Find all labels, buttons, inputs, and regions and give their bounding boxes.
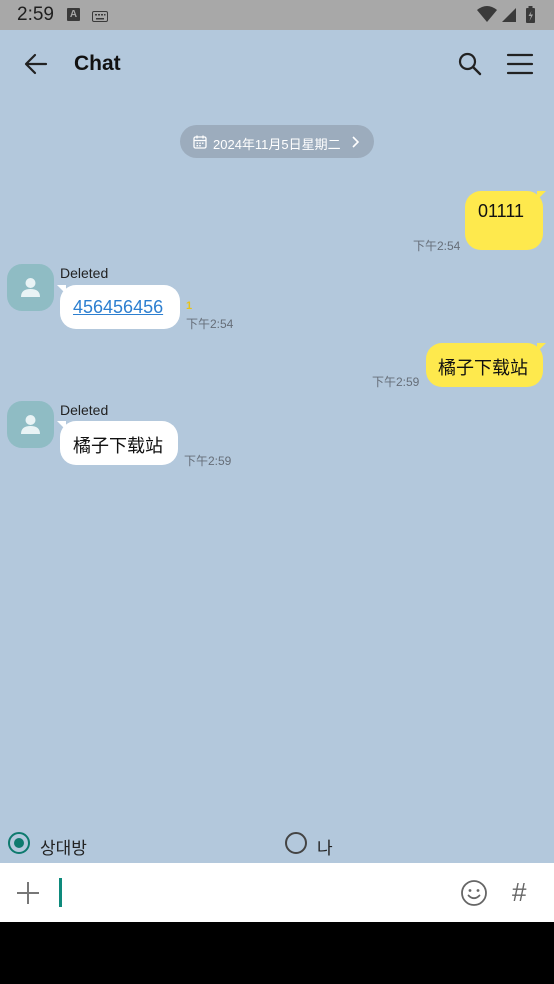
my-message-bubble[interactable]: 橘子下载站 bbox=[426, 343, 546, 387]
menu-icon[interactable] bbox=[506, 51, 534, 77]
other-message-bubble[interactable]: 456456456 bbox=[57, 285, 180, 329]
chat-screen: 2:59 A Chat 2024年11月5日星期二 下午2:54 01111 D… bbox=[0, 0, 554, 922]
radio-me[interactable] bbox=[285, 832, 307, 854]
radio-me-label[interactable]: 나 bbox=[317, 834, 333, 859]
person-icon bbox=[21, 278, 40, 297]
message-time: 下午2:59 bbox=[184, 454, 232, 468]
search-icon[interactable] bbox=[457, 51, 483, 77]
unread-count: 1 bbox=[186, 300, 193, 312]
sender-name: Deleted bbox=[60, 402, 109, 418]
message-time: 下午2:54 bbox=[413, 239, 461, 253]
status-time: 2:59 bbox=[17, 4, 54, 25]
message-time: 下午2:54 bbox=[186, 317, 234, 331]
message-time: 下午2:59 bbox=[372, 375, 420, 389]
message-text: 橘子下载站 bbox=[73, 436, 163, 456]
signal-icon bbox=[502, 8, 516, 22]
a-notification-icon: A bbox=[67, 8, 80, 21]
person-icon bbox=[21, 415, 40, 434]
message-text: 橘子下载站 bbox=[438, 358, 528, 378]
page-title: Chat bbox=[74, 52, 121, 75]
sender-name: Deleted bbox=[60, 265, 109, 281]
radio-opponent-label[interactable]: 상대방 bbox=[40, 834, 87, 859]
chevron-right-icon bbox=[351, 136, 360, 151]
wifi-icon bbox=[477, 6, 497, 22]
my-message-bubble[interactable]: 01111 bbox=[465, 191, 546, 250]
avatar[interactable] bbox=[7, 401, 54, 448]
date-text: 2024年11月5日星期二 bbox=[213, 137, 341, 152]
avatar[interactable] bbox=[7, 264, 54, 311]
other-message-bubble[interactable]: 橘子下载站 bbox=[57, 421, 178, 465]
back-arrow-icon[interactable] bbox=[22, 50, 50, 78]
date-chip[interactable]: 2024年11月5日星期二 bbox=[180, 125, 374, 158]
status-bar: 2:59 A bbox=[0, 0, 554, 30]
battery-icon bbox=[526, 6, 535, 23]
status-right-icons bbox=[476, 5, 540, 30]
plus-icon[interactable] bbox=[15, 880, 41, 906]
message-input[interactable] bbox=[56, 873, 448, 913]
message-link[interactable]: 456456456 bbox=[73, 297, 163, 318]
hashtag-icon[interactable]: # bbox=[512, 877, 526, 908]
text-cursor bbox=[59, 878, 62, 907]
app-bar: Chat bbox=[0, 30, 554, 98]
sender-toggle: 상대방 나 bbox=[0, 826, 554, 862]
radio-opponent[interactable] bbox=[8, 832, 30, 854]
calendar-icon bbox=[193, 135, 207, 152]
keyboard-icon bbox=[92, 9, 108, 27]
message-text: 01111 bbox=[478, 201, 525, 221]
emoji-icon[interactable] bbox=[460, 879, 488, 907]
input-bar: # bbox=[0, 863, 554, 922]
